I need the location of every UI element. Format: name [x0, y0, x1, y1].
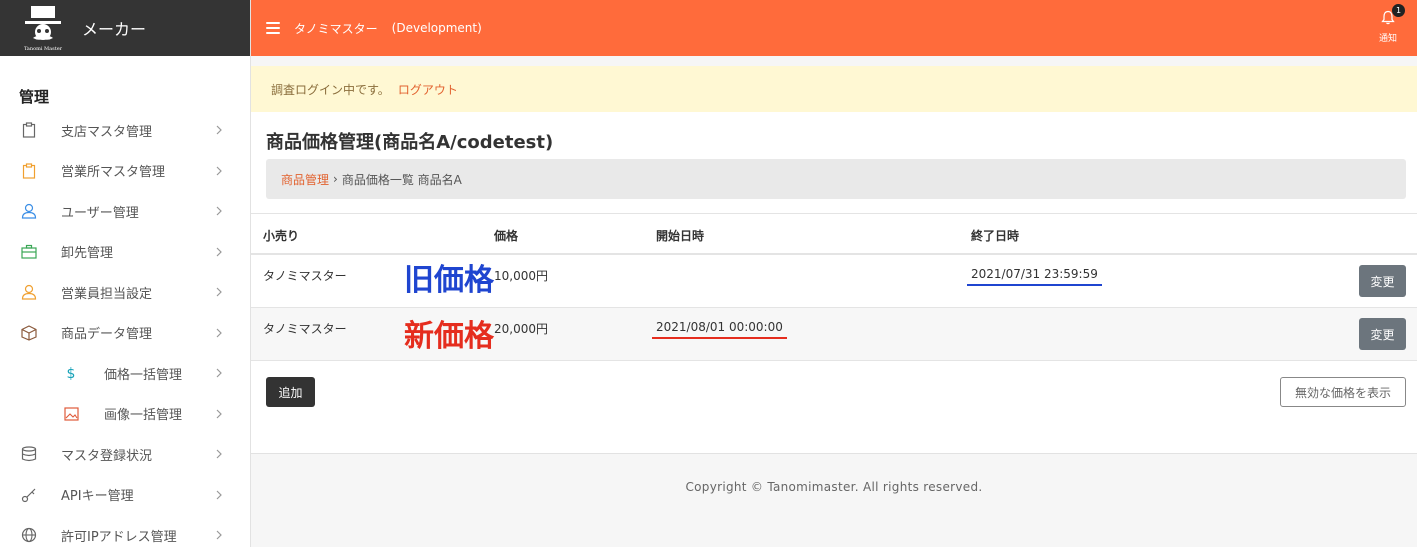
- breadcrumb-link-product-management[interactable]: 商品管理: [281, 171, 329, 188]
- chevron-right-icon: [216, 449, 222, 459]
- database-icon: [20, 445, 38, 463]
- sidebar-section-title: 管理: [19, 88, 50, 106]
- sidebar-item-label: 価格一括管理: [104, 367, 183, 383]
- person-icon: [20, 283, 38, 301]
- notification-label: 通知: [1378, 34, 1397, 44]
- clipboard-icon: [20, 121, 38, 139]
- breadcrumb-current: 商品価格一覧 商品名A: [341, 172, 462, 187]
- chevron-right-icon: [216, 166, 222, 176]
- sidebar-item-label: 卸先管理: [61, 246, 114, 262]
- cell-start: 2021/08/01 00:00:00: [656, 320, 783, 334]
- brand[interactable]: Tanomi Master メーカー: [0, 0, 250, 56]
- sidebar-item-label: 支店マスタ管理: [61, 124, 153, 140]
- add-button[interactable]: 追加: [266, 377, 315, 407]
- app-env-label: (Development): [391, 21, 482, 35]
- sidebar-item-label: 商品データ管理: [61, 327, 153, 343]
- sidebar-item-label: ユーザー管理: [61, 205, 139, 221]
- table-row: タノミマスター 旧価格 10,000円 2021/07/31 23:59:59 …: [251, 255, 1417, 308]
- chevron-right-icon: [216, 206, 222, 216]
- chevron-right-icon: [216, 328, 222, 338]
- sidebar-item-wholesalers[interactable]: 卸先管理: [0, 232, 250, 273]
- sidebar-item-bulk-image[interactable]: 画像一括管理: [0, 394, 250, 435]
- user-icon: [20, 202, 38, 220]
- show-invalid-prices-button[interactable]: 無効な価格を表示: [1280, 377, 1406, 407]
- sidebar-item-label: 画像一括管理: [104, 408, 183, 424]
- annotation-old-price: 旧価格: [404, 263, 494, 298]
- cell-price: 10,000円: [494, 269, 548, 283]
- cell-end: 2021/07/31 23:59:59: [971, 267, 1098, 281]
- table-row: タノミマスター 新価格 20,000円 2021/08/01 00:00:00 …: [251, 308, 1417, 361]
- column-header-end: 終了日時: [971, 229, 1020, 243]
- sidebar-item-allowed-ip[interactable]: 許可IPアドレス管理: [0, 515, 250, 547]
- annotation-new-price: 新価格: [404, 319, 494, 354]
- notification-button[interactable]: 1 通知: [1375, 4, 1405, 44]
- sidebar-item-api-keys[interactable]: APIキー管理: [0, 475, 250, 516]
- chevron-right-icon: [216, 490, 222, 500]
- cell-retailer: タノミマスター: [263, 322, 347, 336]
- brand-name: メーカー: [82, 20, 147, 39]
- briefcase-icon: [20, 243, 38, 261]
- copyright-text: Copyright © Tanomimaster. All rights res…: [685, 480, 983, 494]
- notification-badge: 1: [1392, 4, 1405, 17]
- table-header: 小売り 価格 開始日時 終了日時: [251, 213, 1417, 255]
- sidebar-item-label: 許可IPアドレス管理: [61, 529, 177, 545]
- page-title: 商品価格管理(商品名A/codetest): [266, 132, 554, 153]
- sidebar-item-master-status[interactable]: マスタ登録状況: [0, 434, 250, 475]
- chevron-right-icon: [216, 247, 222, 257]
- logo-text: Tanomi Master: [24, 46, 63, 52]
- main-area: 調査ログイン中です。 ログアウト 商品価格管理(商品名A/codetest) 商…: [251, 56, 1417, 547]
- sidebar-item-label: 営業員担当設定: [61, 286, 153, 302]
- globe-icon: [20, 526, 38, 544]
- sidebar-item-product-data[interactable]: 商品データ管理: [0, 313, 250, 354]
- edit-button[interactable]: 変更: [1359, 265, 1406, 297]
- dollar-icon: $: [62, 364, 80, 382]
- column-header-start: 開始日時: [656, 229, 705, 243]
- chevron-right-icon: [216, 287, 222, 297]
- annotation-underline-red: [652, 337, 787, 339]
- sidebar-item-sales-assignment[interactable]: 営業員担当設定: [0, 272, 250, 313]
- top-hat-mustache-logo: Tanomi Master: [19, 4, 67, 52]
- alert-message: 調査ログイン中です。: [271, 82, 390, 97]
- chevron-right-icon: [216, 125, 222, 135]
- breadcrumb-separator: ›: [333, 172, 338, 186]
- sidebar-item-label: 営業所マスタ管理: [61, 165, 166, 181]
- chevron-right-icon: [216, 409, 222, 419]
- app-title: タノミマスター: [294, 21, 378, 36]
- chevron-right-icon: [216, 368, 222, 378]
- sidebar-item-bulk-price[interactable]: $ 価格一括管理: [0, 353, 250, 394]
- cell-price: 20,000円: [494, 322, 548, 336]
- annotation-underline-blue: [967, 284, 1102, 286]
- cell-retailer: タノミマスター: [263, 269, 347, 283]
- clipboard-icon: [20, 162, 38, 180]
- sidebar-item-office-master[interactable]: 営業所マスタ管理: [0, 151, 250, 192]
- sidebar-nav: 支店マスタ管理 営業所マスタ管理 ユーザー管理 卸先管理 営業員担当設定 商品デ…: [0, 110, 250, 547]
- sidebar: Tanomi Master メーカー 管理 支店マスタ管理 営業所マスタ管理 ユ…: [0, 0, 251, 547]
- debug-login-alert: 調査ログイン中です。 ログアウト: [251, 66, 1417, 112]
- content-panel: 商品価格管理(商品名A/codetest) 商品管理 › 商品価格一覧 商品名A…: [251, 112, 1417, 453]
- sidebar-item-branch-master[interactable]: 支店マスタ管理: [0, 110, 250, 151]
- footer: Copyright © Tanomimaster. All rights res…: [251, 453, 1417, 547]
- sidebar-item-users[interactable]: ユーザー管理: [0, 191, 250, 232]
- column-header-retailer: 小売り: [263, 229, 300, 243]
- sidebar-item-label: マスタ登録状況: [61, 448, 153, 464]
- edit-button[interactable]: 変更: [1359, 318, 1406, 350]
- column-header-price: 価格: [494, 229, 519, 243]
- hamburger-menu-icon[interactable]: [266, 22, 280, 34]
- chevron-right-icon: [216, 530, 222, 540]
- logout-link[interactable]: ログアウト: [398, 81, 458, 98]
- price-table: 小売り 価格 開始日時 終了日時 タノミマスター 旧価格 10,000円 202…: [251, 213, 1417, 361]
- top-bar: タノミマスター (Development) 1 通知: [251, 0, 1417, 56]
- svg-text:$: $: [67, 366, 76, 381]
- key-icon: [20, 486, 38, 504]
- breadcrumb: 商品管理 › 商品価格一覧 商品名A: [266, 159, 1406, 199]
- sidebar-item-label: APIキー管理: [61, 489, 134, 505]
- box-icon: [20, 324, 38, 342]
- image-icon: [62, 405, 80, 423]
